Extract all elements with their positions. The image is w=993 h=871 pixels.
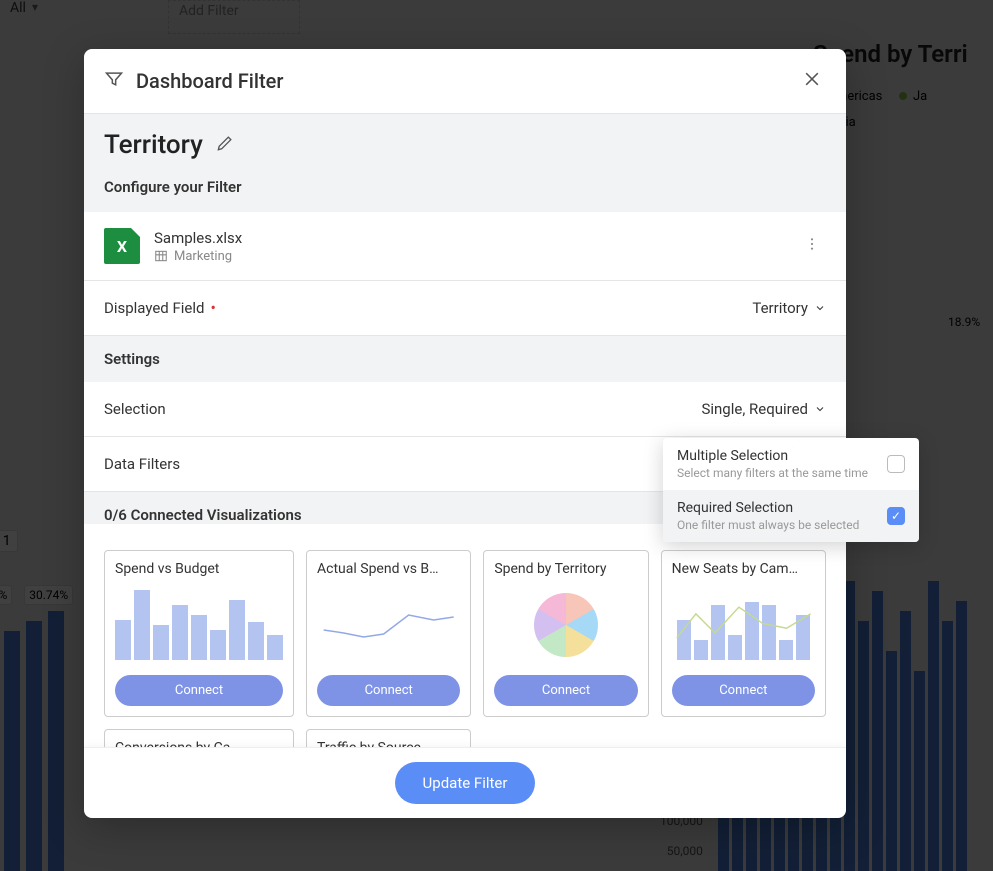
datasource-sheet: Marketing bbox=[154, 249, 784, 264]
chevron-down-icon bbox=[814, 302, 826, 314]
popover-item-sub: Select many filters at the same time bbox=[677, 466, 877, 480]
close-button[interactable] bbox=[798, 65, 826, 97]
viz-preview-line bbox=[317, 585, 460, 665]
connect-button[interactable]: Connect bbox=[494, 675, 637, 706]
chevron-down-icon bbox=[814, 403, 826, 415]
selection-label: Selection bbox=[104, 400, 166, 418]
filter-title-section: Territory Configure your Filter bbox=[84, 114, 846, 212]
popover-item-sub: One filter must always be selected bbox=[677, 518, 877, 532]
filter-name: Territory bbox=[104, 130, 203, 160]
required-indicator: • bbox=[211, 300, 216, 316]
connect-button[interactable]: Connect bbox=[672, 675, 815, 706]
viz-preview-bar bbox=[115, 585, 283, 665]
edit-name-button[interactable] bbox=[215, 133, 235, 157]
viz-preview-pie bbox=[494, 585, 637, 665]
selection-row[interactable]: Selection Single, Required bbox=[84, 382, 846, 437]
selection-popover: Multiple Selection Select many filters a… bbox=[663, 438, 919, 542]
update-filter-button[interactable]: Update Filter bbox=[395, 762, 536, 804]
viz-card-title: Conversions by Ca… bbox=[115, 740, 283, 747]
viz-card-title: Traffic by Source… bbox=[317, 740, 460, 747]
legend-ja: Ja bbox=[913, 89, 927, 104]
viz-card-actual-spend[interactable]: Actual Spend vs B… Connect bbox=[306, 550, 471, 717]
displayed-field-row[interactable]: Displayed Field • Territory bbox=[84, 281, 846, 336]
datasource-row: X Samples.xlsx Marketing bbox=[84, 212, 846, 281]
excel-file-icon: X bbox=[104, 228, 140, 264]
popover-item-title: Required Selection bbox=[677, 500, 877, 516]
displayed-field-label: Displayed Field bbox=[104, 299, 205, 317]
add-filter-button[interactable]: Add Filter bbox=[168, 0, 300, 34]
datasource-menu-button[interactable] bbox=[798, 230, 826, 262]
selection-value[interactable]: Single, Required bbox=[701, 400, 826, 418]
configure-label: Configure your Filter bbox=[104, 178, 826, 196]
viz-card-title: Spend by Territory bbox=[494, 561, 637, 577]
popover-required-selection[interactable]: Required Selection One filter must alway… bbox=[663, 490, 919, 542]
viz-card-title: New Seats by Cam… bbox=[672, 561, 815, 577]
checkbox-unchecked[interactable] bbox=[887, 455, 905, 473]
viz-preview-barline bbox=[672, 585, 815, 665]
viz-grid: Spend vs Budget Connect Actual Spend vs … bbox=[104, 550, 826, 747]
viz-card-title: Spend vs Budget bbox=[115, 561, 283, 577]
modal-title: Dashboard Filter bbox=[136, 69, 283, 93]
modal-footer: Update Filter bbox=[84, 747, 846, 818]
viz-card-traffic[interactable]: Traffic by Source… bbox=[306, 729, 471, 747]
modal-header: Dashboard Filter bbox=[84, 49, 846, 114]
viz-card-spend-vs-budget[interactable]: Spend vs Budget Connect bbox=[104, 550, 294, 717]
displayed-field-value[interactable]: Territory bbox=[752, 299, 826, 317]
filter-all[interactable]: All ▾ bbox=[10, 0, 38, 34]
viz-card-conversions[interactable]: Conversions by Ca… bbox=[104, 729, 294, 747]
settings-header: Settings bbox=[84, 336, 846, 382]
viz-card-title: Actual Spend vs B… bbox=[317, 561, 460, 577]
connect-button[interactable]: Connect bbox=[115, 675, 283, 706]
filter-icon bbox=[104, 69, 124, 94]
checkbox-checked[interactable]: ✓ bbox=[887, 507, 905, 525]
popover-item-title: Multiple Selection bbox=[677, 448, 877, 464]
data-filters-label: Data Filters bbox=[104, 455, 180, 473]
modal-body: Territory Configure your Filter X Sample… bbox=[84, 114, 846, 747]
dashboard-filter-modal: Dashboard Filter Territory Configure you… bbox=[84, 49, 846, 818]
viz-card-new-seats[interactable]: New Seats by Cam… Connect bbox=[661, 550, 826, 717]
connect-button[interactable]: Connect bbox=[317, 675, 460, 706]
datasource-name: Samples.xlsx bbox=[154, 229, 784, 247]
viz-card-spend-territory[interactable]: Spend by Territory Connect bbox=[483, 550, 648, 717]
